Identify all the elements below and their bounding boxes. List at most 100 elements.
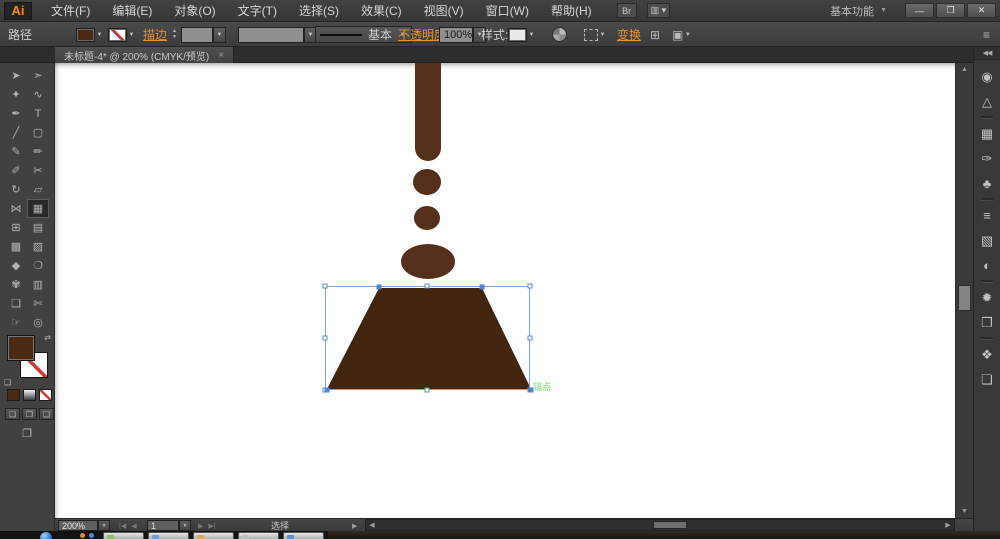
coffee-pool-ellipse-shape[interactable] — [401, 244, 455, 279]
menu-window[interactable]: 窗口(W) — [475, 0, 540, 22]
layers-panel-icon[interactable]: ❖ — [974, 342, 1000, 367]
transform-link[interactable]: 变换 — [617, 26, 641, 43]
prev-artboard-button[interactable]: ◀ — [131, 522, 136, 530]
coffee-drop-shape[interactable] — [413, 169, 441, 195]
draw-normal-button[interactable]: ❏ — [5, 408, 20, 420]
taskbar-active-window[interactable] — [328, 531, 1000, 539]
perspective-grid-tool[interactable]: ▤ — [27, 218, 49, 237]
menu-help[interactable]: 帮助(H) — [540, 0, 603, 22]
recolor-artwork-button[interactable] — [552, 26, 567, 43]
artboard-tool[interactable]: ❏ — [5, 294, 27, 313]
menu-file[interactable]: 文件(F) — [40, 0, 101, 22]
bridge-button[interactable]: Br — [616, 3, 637, 18]
hand-tool[interactable]: ☞ — [5, 313, 27, 332]
stroke-color-swatch[interactable]: ▼ — [108, 26, 136, 43]
workspace-switcher[interactable]: 基本功能 ▼ — [830, 3, 887, 19]
artboards-panel-icon[interactable]: ❏ — [974, 367, 1000, 392]
status-section-arrow-icon[interactable]: ▶ — [352, 520, 357, 531]
close-tab-icon[interactable]: × — [218, 50, 224, 61]
menu-object[interactable]: 对象(O) — [163, 0, 226, 22]
horizontal-scroll-thumb[interactable] — [653, 521, 687, 529]
pen-tool[interactable]: ✒ — [5, 104, 27, 123]
scroll-right-icon[interactable]: ▶ — [942, 521, 954, 529]
graph-tool[interactable]: ▥ — [27, 275, 49, 294]
style-swatch[interactable]: ▼ — [508, 26, 536, 43]
pencil-tool[interactable]: ✏ — [27, 142, 49, 161]
zoom-tool[interactable]: ◎ — [27, 313, 49, 332]
anchor-point[interactable] — [376, 284, 382, 290]
mesh-tool[interactable]: ▩ — [5, 237, 27, 256]
blob-brush-tool[interactable]: ✐ — [5, 161, 27, 180]
tray-icon[interactable] — [80, 533, 85, 538]
paintbrush-tool[interactable]: ✎ — [5, 142, 27, 161]
scroll-left-icon[interactable]: ◀ — [366, 521, 378, 529]
transparency-panel-icon[interactable]: ◐ — [974, 253, 1000, 278]
free-transform-tool[interactable]: ▦ — [27, 199, 49, 218]
color-mode-button[interactable] — [7, 389, 20, 401]
symbols-panel-icon[interactable]: ♣ — [974, 171, 1000, 196]
selection-handle[interactable] — [527, 335, 533, 341]
taskbar-app-1[interactable] — [103, 532, 144, 539]
vertical-scroll-thumb[interactable] — [958, 285, 971, 311]
taskbar-app-5[interactable] — [283, 532, 324, 539]
restore-button[interactable]: ❐ — [936, 3, 965, 18]
zoom-level-field[interactable]: 200% — [58, 520, 98, 531]
color-panel-icon[interactable]: ◉ — [974, 64, 1000, 89]
selection-handle[interactable] — [424, 387, 430, 393]
artboard-canvas[interactable]: 锚点 — [55, 63, 955, 518]
last-artboard-button[interactable]: ▶| — [208, 522, 215, 530]
symbol-sprayer-tool[interactable]: ✾ — [5, 275, 27, 294]
default-fill-stroke-icon[interactable]: ❏ — [4, 378, 11, 387]
fill-color-swatch[interactable]: ▼ — [76, 26, 104, 43]
horizontal-scrollbar[interactable]: ◀ ▶ — [365, 519, 955, 531]
menu-type[interactable]: 文字(T) — [227, 0, 288, 22]
taskbar-app-3[interactable] — [193, 532, 234, 539]
width-tool[interactable]: ⋈ — [5, 199, 27, 218]
vertical-scrollbar[interactable]: ▲ ▼ — [955, 63, 973, 518]
stroke-width-dropdown[interactable]: ▼ — [213, 26, 226, 43]
stroke-link[interactable]: 描边 — [143, 26, 167, 43]
graphic-styles-panel-icon[interactable]: ❐ — [974, 310, 1000, 335]
brushes-panel-icon[interactable]: ✑ — [974, 146, 1000, 171]
arrange-documents-button[interactable]: ▥ ▾ — [646, 3, 671, 18]
line-segment-tool[interactable]: ╱ — [5, 123, 27, 142]
gradient-tool[interactable]: ▨ — [27, 237, 49, 256]
screen-mode-button[interactable]: ❐ — [16, 426, 38, 440]
selection-handle[interactable] — [322, 335, 328, 341]
eyedropper-tool[interactable]: ◆ — [5, 256, 27, 275]
zoom-dropdown[interactable]: ▼ — [98, 520, 110, 531]
slice-tool[interactable]: ✄ — [27, 294, 49, 313]
opacity-field[interactable]: 100% — [439, 26, 473, 43]
appearance-panel-icon[interactable]: ✹ — [974, 285, 1000, 310]
taskbar-app-4[interactable] — [238, 532, 279, 539]
lasso-tool[interactable]: ∿ — [27, 85, 49, 104]
document-tab[interactable]: 未标题-4* @ 200% (CMYK/预览) × — [55, 47, 235, 63]
menu-view[interactable]: 视图(V) — [413, 0, 475, 22]
none-mode-button[interactable] — [39, 389, 52, 401]
menu-select[interactable]: 选择(S) — [288, 0, 350, 22]
selection-tool[interactable]: ➤ — [5, 66, 27, 85]
fill-indicator-swatch[interactable] — [7, 335, 35, 361]
gradient-panel-icon[interactable]: ▧ — [974, 228, 1000, 253]
menu-effect[interactable]: 效果(C) — [350, 0, 413, 22]
swap-fill-stroke-icon[interactable]: ⇄ — [44, 333, 51, 342]
control-panel-menu-button[interactable]: ≡ — [983, 26, 990, 43]
selection-handle[interactable] — [424, 283, 430, 289]
color-guide-panel-icon[interactable]: △ — [974, 89, 1000, 114]
magic-wand-tool[interactable]: ✦ — [5, 85, 27, 104]
scroll-down-icon[interactable]: ▼ — [956, 505, 973, 518]
draw-behind-button[interactable]: ❐ — [22, 408, 37, 420]
blend-tool[interactable]: ❍ — [27, 256, 49, 275]
brush-definition-field[interactable] — [238, 26, 304, 43]
menu-edit[interactable]: 编辑(E) — [101, 0, 163, 22]
eraser-tool[interactable]: ✂ — [27, 161, 49, 180]
coffee-drop-shape[interactable] — [414, 206, 440, 230]
collapse-dock-icon[interactable]: ◀◀ — [974, 47, 1000, 60]
isolate-options-button[interactable]: ▣ ▼ — [672, 26, 692, 43]
tray-icon[interactable] — [89, 533, 94, 538]
minimize-button[interactable]: — — [905, 3, 934, 18]
rotate-tool[interactable]: ↻ — [5, 180, 27, 199]
gradient-mode-button[interactable] — [23, 389, 36, 401]
coffee-stream-shape[interactable] — [415, 63, 441, 161]
taskbar-app-2[interactable] — [148, 532, 189, 539]
